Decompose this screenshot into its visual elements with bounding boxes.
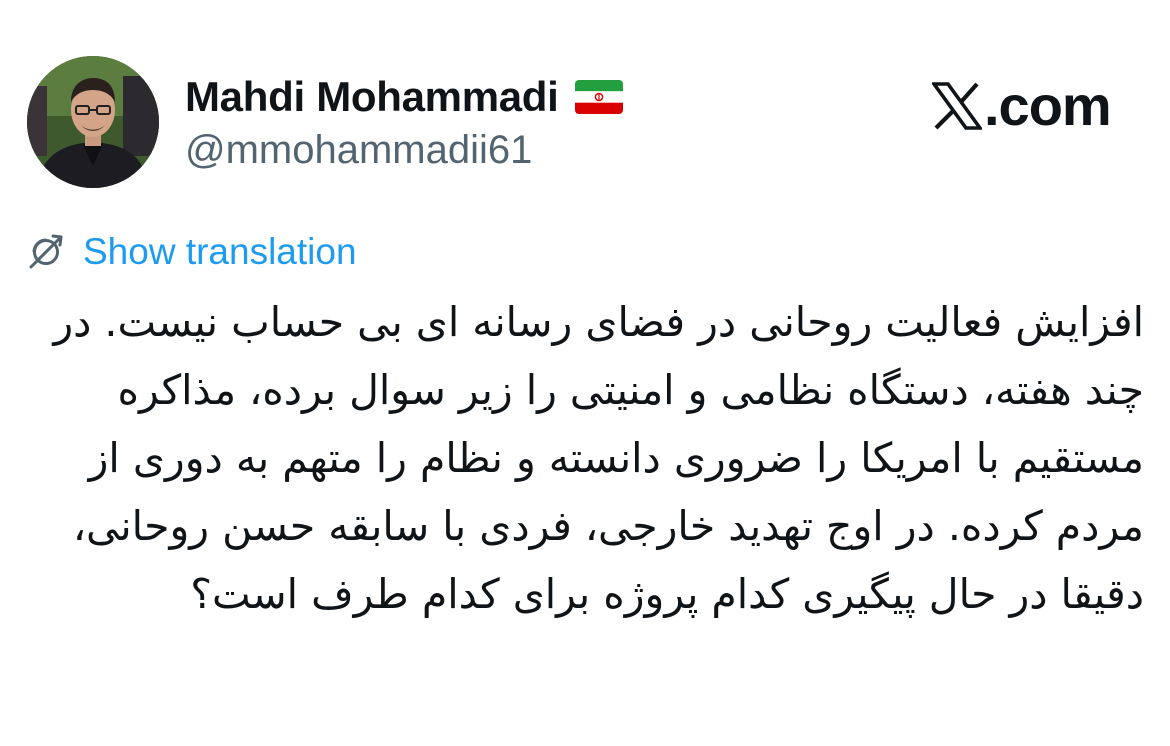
iran-flag-icon	[574, 80, 623, 114]
avatar[interactable]	[27, 56, 159, 188]
author-display-name[interactable]: Mahdi Mohammadi	[185, 73, 559, 121]
tweet-body: افزایش فعالیت روحانی در فضای رسانه ای بی…	[53, 298, 1144, 618]
x-logo-icon	[932, 82, 982, 130]
profile-photo-icon	[27, 56, 159, 188]
globe-icon	[26, 232, 66, 272]
x-domain-text: .com	[984, 74, 1112, 137]
show-translation-button[interactable]: Show translation	[26, 230, 357, 274]
author-handle[interactable]: @mmohammadii61	[185, 128, 532, 173]
x-brand-mark: .com	[932, 74, 1112, 137]
show-translation-label: Show translation	[83, 231, 357, 272]
author-name-row: Mahdi Mohammadi	[185, 72, 623, 122]
tweet-card: Mahdi Mohammadi @mmohammadii61 .com Show…	[0, 0, 1170, 746]
